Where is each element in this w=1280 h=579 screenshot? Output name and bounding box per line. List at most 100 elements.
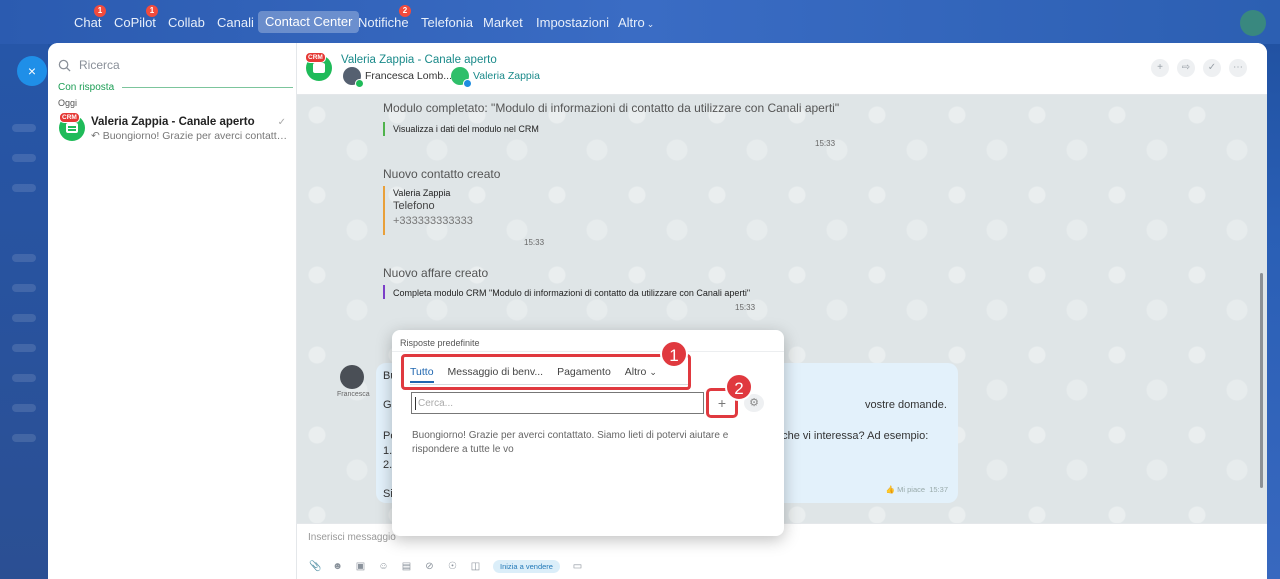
start-selling-button[interactable]: Inizia a vendere	[493, 560, 560, 573]
scrollbar[interactable]	[1260, 273, 1263, 488]
message-input[interactable]: Inserisci messaggio	[308, 532, 396, 543]
gear-icon: ⚙	[749, 397, 759, 409]
message-time: 15:33	[524, 238, 545, 247]
nav-chat-label: Chat	[74, 15, 102, 30]
payment-icon[interactable]: ☉	[447, 561, 458, 572]
chat-icon	[313, 63, 325, 73]
user-avatar[interactable]	[1240, 10, 1266, 36]
avatar	[340, 365, 364, 389]
nav-notifiche-badge: 2	[399, 5, 411, 17]
strip-item[interactable]	[12, 154, 36, 162]
crm-badge: CRM	[305, 52, 326, 63]
message-line: ciò che vi interessa? Ad esempio:	[765, 430, 929, 442]
divider	[392, 351, 784, 352]
section-label-text: Con risposta	[58, 82, 115, 93]
chat-icon	[66, 123, 78, 133]
form-icon[interactable]: ▣	[355, 561, 366, 572]
day-label: Oggi	[58, 98, 78, 108]
message-time: 15:33	[735, 303, 756, 312]
strip-item[interactable]	[12, 124, 36, 132]
header-actions: + ⇨ ✓ ⋯	[1151, 59, 1247, 77]
strip-item[interactable]	[12, 344, 36, 352]
forward-button[interactable]: ⇨	[1177, 59, 1195, 77]
chat-bubbles-icon[interactable]: ▭	[572, 561, 583, 572]
nav-altro-label: Altro	[618, 15, 645, 30]
nav-impostazioni[interactable]: Impostazioni	[536, 12, 609, 34]
annotation-highlight-tabs	[401, 354, 691, 390]
emoji-icon[interactable]: ☺	[378, 561, 389, 572]
nav-chat[interactable]: Chat 1	[74, 5, 106, 34]
nav-telefonia[interactable]: Telefonia	[421, 12, 473, 34]
canned-response-item[interactable]: Buongiorno! Grazie per averci contattato…	[412, 429, 737, 457]
strip-item[interactable]	[12, 374, 36, 382]
strip-item[interactable]	[12, 314, 36, 322]
like-icon[interactable]: 👍	[886, 485, 895, 494]
operator-name: Francesca Lomb...	[365, 70, 452, 82]
avatar	[343, 67, 364, 88]
nav-collab[interactable]: Collab	[168, 12, 205, 34]
strip-item[interactable]	[12, 434, 36, 442]
message-accent-bar	[383, 122, 385, 136]
crm-badge: CRM	[59, 112, 80, 123]
like-button[interactable]: Mi piace	[897, 485, 925, 494]
avatar: CRM	[305, 52, 332, 81]
chat-list-sidebar: Ricerca Con risposta Oggi CRM Valeria Za…	[48, 43, 297, 579]
paperclip-icon[interactable]: 📎	[309, 561, 321, 572]
message-line: vostre domande.	[865, 399, 947, 411]
view-form-data-link[interactable]: Visualizza i dati del modulo nel CRM	[393, 124, 539, 134]
phone-value: +333333333333	[393, 215, 473, 227]
chat-list-item-title: Valeria Zappia - Canale aperto	[91, 116, 255, 128]
client-user[interactable]: Valeria Zappia	[451, 67, 540, 88]
text-cursor	[415, 397, 416, 410]
nav-market[interactable]: Market	[483, 12, 523, 34]
phone-label: Telefono	[393, 200, 435, 212]
file-icon[interactable]: ◫	[470, 561, 481, 572]
canned-responses-popup: Risposte predefinite Tutto Messaggio di …	[392, 330, 784, 536]
nav-copilot-label: CoPilot	[114, 15, 156, 30]
user-icon[interactable]: ☻	[332, 561, 343, 572]
system-message-title: Nuovo affare creato	[383, 266, 489, 280]
sender-name: Francesca	[337, 391, 370, 398]
document-icon[interactable]: ▤	[401, 561, 412, 572]
strip-item[interactable]	[12, 184, 36, 192]
nav-altro[interactable]: Altro ⌄	[618, 12, 654, 34]
nav-chat-badge: 1	[94, 5, 106, 17]
chat-list-item-preview: ↶ Buongiorno! Grazie per averci contatta…	[91, 130, 291, 142]
message-time: 15:33	[815, 139, 836, 148]
nav-contact-center[interactable]: Contact Center	[258, 11, 360, 33]
chat-list-item[interactable]: CRM Valeria Zappia - Canale aperto ↶ Buo…	[56, 112, 292, 147]
nav-notifiche[interactable]: Notifiche 2	[358, 5, 411, 34]
canned-search-field[interactable]	[411, 392, 704, 414]
annotation-badge-1: 1	[660, 340, 688, 368]
avatar	[451, 67, 472, 88]
contact-name: Valeria Zappia	[393, 188, 451, 198]
operator-user[interactable]: Francesca Lomb...	[343, 67, 452, 88]
nav-notifiche-label: Notifiche	[358, 15, 409, 30]
close-button[interactable]: ×	[17, 56, 47, 86]
chat-title[interactable]: Valeria Zappia - Canale aperto	[341, 54, 497, 66]
divider	[122, 87, 293, 88]
strip-item[interactable]	[12, 284, 36, 292]
strip-item[interactable]	[12, 404, 36, 412]
nav-copilot[interactable]: CoPilot 1	[114, 5, 158, 34]
finish-button[interactable]: ✓	[1203, 59, 1221, 77]
nav-canali[interactable]: Canali	[217, 12, 254, 34]
add-user-button[interactable]: +	[1151, 59, 1169, 77]
plus-icon: +	[1157, 62, 1163, 73]
strip-item[interactable]	[12, 254, 36, 262]
message-time: 15:37	[929, 485, 948, 494]
arrow-right-icon: ⇨	[1181, 62, 1191, 73]
more-button[interactable]: ⋯	[1229, 59, 1247, 77]
client-name: Valeria Zappia	[473, 70, 540, 82]
check-icon: ✓	[1207, 62, 1217, 73]
chat-header: CRM Valeria Zappia - Canale aperto Franc…	[297, 43, 1267, 95]
more-icon: ⋯	[1233, 62, 1243, 73]
message-line: 2.	[383, 459, 393, 471]
sidebar-search[interactable]: Ricerca	[58, 55, 120, 75]
chevron-down-icon: ⌄	[646, 19, 655, 29]
top-navigation: Chat 1 CoPilot 1 Collab Canali Contact C…	[0, 0, 1280, 44]
canned-search-input[interactable]	[412, 393, 703, 413]
avatar: CRM	[59, 112, 85, 141]
message-accent-bar	[383, 186, 385, 235]
hide-icon[interactable]: ⊘	[424, 561, 435, 572]
